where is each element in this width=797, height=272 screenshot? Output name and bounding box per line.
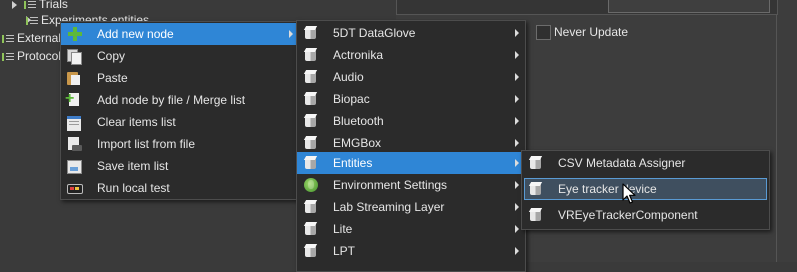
cube-icon [303,69,317,83]
cube-icon [303,135,317,149]
submenu-arrow-icon [289,30,293,38]
clear-list-icon [66,114,82,131]
run-test-icon [66,180,83,196]
cube-icon [303,47,317,61]
menu-item-lite[interactable]: Lite [297,218,525,240]
menu-item-run-local-test[interactable]: Run local test [61,177,299,199]
menu-item-lpt[interactable]: LPT [297,240,525,262]
list-node-icon [24,0,36,10]
cube-icon [303,199,317,213]
menu-item-entities[interactable]: Entities [297,152,525,174]
tree-item-external[interactable]: External [2,30,61,46]
submenu-arrow-icon [515,225,519,233]
entities-submenu: CSV Metadata Assigner Eye tracker device… [521,150,770,230]
submenu-arrow-icon [515,29,519,37]
globe-icon [303,177,319,193]
never-update-label: Never Update [554,25,629,39]
menu-item-copy[interactable]: Copy [61,45,299,67]
menu-item-clear-items-list[interactable]: Clear items list [61,111,299,133]
add-file-icon [65,88,82,110]
menu-item-import-list[interactable]: Import list from file [61,133,299,155]
tree-item-protocol[interactable]: Protocol [2,48,61,64]
submenu-arrow-icon [515,139,519,147]
menu-item-add-new-node[interactable]: Add new node [61,23,299,45]
submenu-arrow-icon [515,247,519,255]
menu-item-paste[interactable]: Paste [61,67,299,89]
never-update-checkbox[interactable] [536,25,551,40]
paste-icon [66,70,82,86]
submenu-arrow-icon [515,203,519,211]
expand-arrow-icon[interactable] [12,1,17,9]
context-menu: Add new node Copy Paste Add node by file… [60,21,300,200]
cube-icon [528,155,542,169]
list-node-icon [2,34,14,44]
panel-divider [776,14,777,262]
save-icon [66,158,82,174]
submenu-arrow-icon [515,73,519,81]
menu-item-actronika[interactable]: Actronika [297,44,525,66]
cube-icon [303,243,317,257]
cube-icon [303,91,317,105]
menu-item-5dt-dataglove[interactable]: 5DT DataGlove [297,22,525,44]
cube-icon [303,25,317,39]
cube-icon [303,155,317,169]
properties-field[interactable] [608,0,770,13]
menu-item-eye-tracker-device[interactable]: Eye tracker device [524,178,767,200]
cube-icon [303,113,317,127]
menu-item-bluetooth[interactable]: Bluetooth [297,110,525,132]
tree-item-trials[interactable]: Trials [24,0,68,12]
submenu-arrow-icon [515,117,519,125]
menu-item-add-node-by-file[interactable]: Add node by file / Merge list [61,88,299,111]
node-type-submenu: 5DT DataGlove Actronika Audio Biopac Blu… [296,20,526,272]
copy-icon [66,48,82,65]
submenu-arrow-icon [515,95,519,103]
menu-item-audio[interactable]: Audio [297,66,525,88]
cube-icon [528,207,542,221]
menu-item-biopac[interactable]: Biopac [297,88,525,110]
cube-icon [528,181,542,195]
list-node-icon [2,52,14,62]
menu-item-lab-streaming-layer[interactable]: Lab Streaming Layer [297,196,525,218]
mouse-cursor-icon [622,183,636,204]
submenu-arrow-icon [515,51,519,59]
menu-item-vreyetrackercomponent[interactable]: VREyeTrackerComponent [522,204,769,226]
cube-icon [303,221,317,235]
submenu-arrow-icon [515,181,519,189]
list-node-icon [26,16,38,26]
submenu-arrow-icon [515,159,519,167]
add-node-icon [67,26,83,42]
menu-item-environment-settings[interactable]: Environment Settings [297,174,525,196]
import-icon [66,136,82,152]
menu-item-save-item-list[interactable]: Save item list [61,155,299,177]
menu-item-csv-metadata-assigner[interactable]: CSV Metadata Assigner [522,152,769,174]
menu-item-emgbox[interactable]: EMGBox [297,132,525,154]
